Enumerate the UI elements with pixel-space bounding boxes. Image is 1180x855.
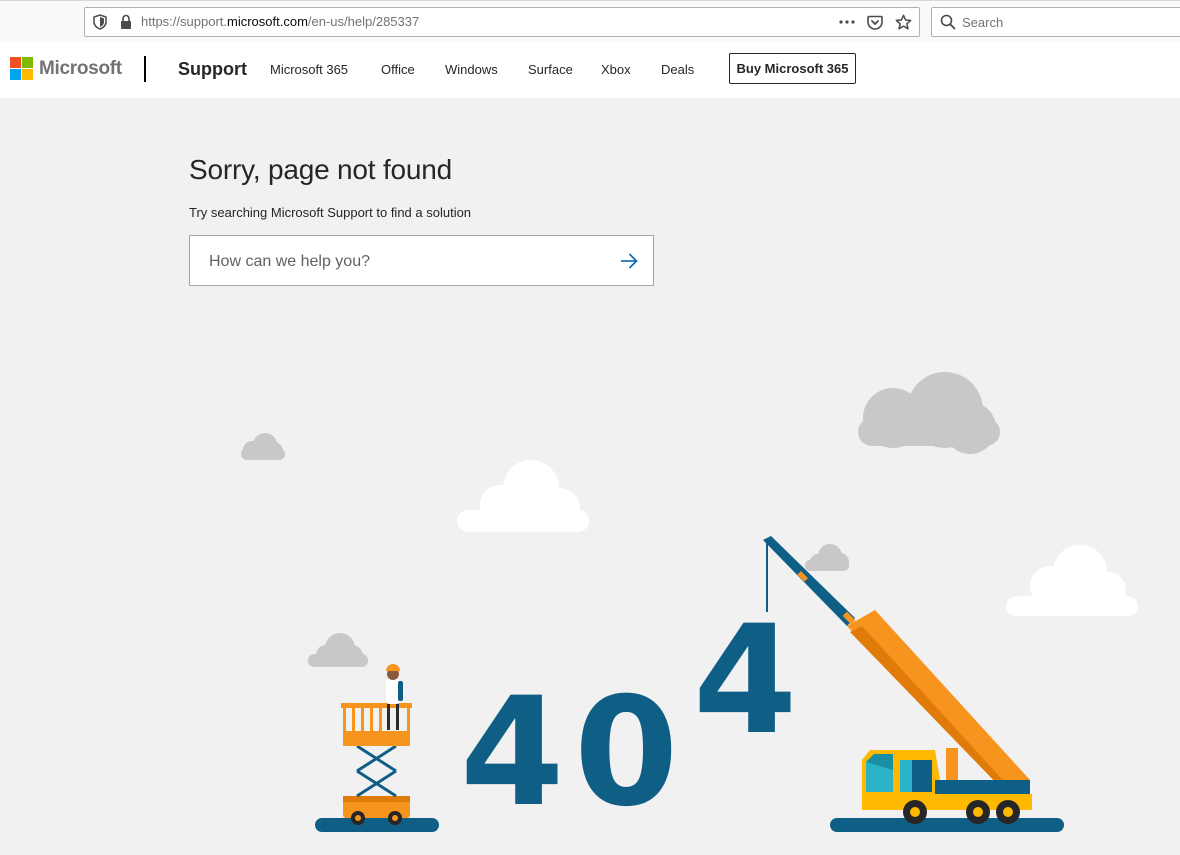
header-divider [144,56,146,82]
404-illustration: 4 0 4 [0,300,1180,855]
address-bar[interactable]: https://support.microsoft.com/en-us/help… [84,7,920,37]
page-subtitle: Try searching Microsoft Support to find … [189,205,472,220]
microsoft-logo[interactable]: Microsoft [10,57,122,80]
nav-surface[interactable]: Surface [528,62,573,77]
lock-icon[interactable] [120,14,132,35]
nav-office[interactable]: Office [381,62,415,77]
cloud-small-grey-crane-icon [805,544,849,571]
url-path: /en-us/help/285337 [307,14,420,29]
nav-microsoft-365[interactable]: Microsoft 365 [270,62,348,77]
help-search-input[interactable] [207,236,611,287]
nav-windows[interactable]: Windows [445,62,498,77]
search-submit-arrow-icon[interactable] [619,251,639,276]
search-icon [940,14,956,35]
bookmark-star-icon[interactable] [893,13,913,31]
cloud-white-right-icon [1006,545,1138,616]
pocket-icon[interactable] [865,13,885,31]
brand-wordmark: Microsoft [39,57,122,79]
cloud-large-grey-icon [858,372,1000,454]
browser-search-box[interactable]: Search [931,7,1180,37]
digit-four-hanging: 4 [693,594,798,768]
nav-xbox[interactable]: Xbox [601,62,631,77]
cloud-white-center-icon [457,460,589,532]
digit-zero: 0 [574,666,679,840]
cloud-small-grey-icon [241,433,285,460]
browser-search-placeholder: Search [962,15,1004,30]
crane-truck-icon [763,536,1064,832]
cloud-grey-left-icon [308,633,368,667]
browser-toolbar: https://support.microsoft.com/en-us/help… [0,0,1180,42]
nav-deals[interactable]: Deals [661,62,694,77]
microsoft-logo-icon [10,57,33,80]
tracking-shield-icon[interactable] [93,14,107,35]
site-header: Microsoft Support Microsoft 365 Office W… [0,42,1180,98]
help-search-box [189,235,654,287]
scissor-lift-icon [315,664,439,832]
url-prefix: https://support. [141,14,227,29]
more-actions-icon[interactable] [837,13,857,31]
url-text[interactable]: https://support.microsoft.com/en-us/help… [141,14,419,29]
buy-microsoft-365-button[interactable]: Buy Microsoft 365 [729,53,856,84]
digit-four-left: 4 [460,666,565,840]
page-title: Sorry, page not found [189,154,453,185]
support-home-link[interactable]: Support [178,59,247,80]
url-host: microsoft.com [227,14,308,29]
